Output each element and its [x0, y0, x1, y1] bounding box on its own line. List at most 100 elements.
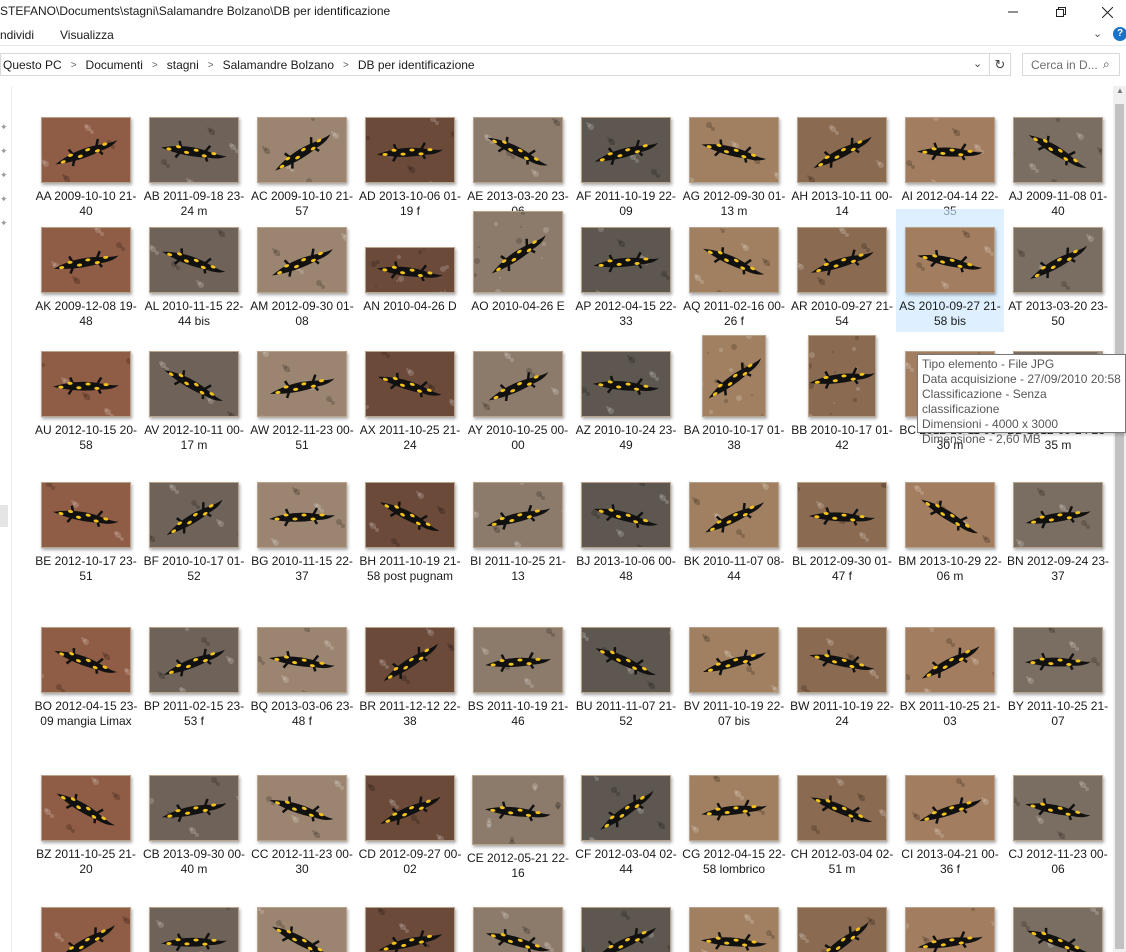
- file-item[interactable]: BR 2011-12-12 22-38: [356, 627, 464, 729]
- file-item[interactable]: BH 2011-10-19 21-58 post pugnam: [356, 482, 464, 584]
- breadcrumb-item[interactable]: Questo PC: [3, 58, 62, 72]
- file-item[interactable]: AU 2012-10-15 20-58: [32, 351, 140, 453]
- close-button[interactable]: [1084, 0, 1126, 24]
- file-item[interactable]: CH 2012-03-04 02-51 m: [788, 775, 896, 877]
- scroll-up-icon[interactable]: ▲: [1116, 86, 1124, 95]
- file-item[interactable]: AE 2013-03-20 23-06: [464, 117, 572, 219]
- file-item[interactable]: AC 2009-10-10 21-57: [248, 117, 356, 219]
- file-item[interactable]: BN 2012-09-24 23-37: [1004, 482, 1112, 584]
- ribbon-expand-button[interactable]: ⌄: [1093, 27, 1102, 40]
- file-item[interactable]: AQ 2011-02-16 00-26 f: [680, 227, 788, 329]
- address-bar[interactable]: Questo PC > Documenti > stagni > Salaman…: [0, 53, 990, 76]
- breadcrumb-item[interactable]: stagni: [167, 58, 199, 72]
- help-icon[interactable]: ?: [1113, 27, 1126, 41]
- search-input[interactable]: Cerca in D... ⌕: [1022, 53, 1120, 76]
- file-item[interactable]: BI 2011-10-25 21-13: [464, 482, 572, 584]
- breadcrumb-item[interactable]: Documenti: [86, 58, 143, 72]
- file-item[interactable]: AS 2010-09-27 21-58 bis: [896, 209, 1004, 332]
- file-item[interactable]: AP 2012-04-15 22-33: [572, 227, 680, 329]
- file-item[interactable]: AT 2013-03-20 23-50: [1004, 227, 1112, 329]
- file-item[interactable]: [896, 907, 1004, 952]
- file-item[interactable]: AF 2011-10-19 22-09: [572, 117, 680, 219]
- file-item[interactable]: AD 2013-10-06 01-19 f: [356, 117, 464, 219]
- file-item[interactable]: BE 2012-10-17 23-51: [32, 482, 140, 584]
- file-item[interactable]: BA 2010-10-17 01-38: [680, 335, 788, 453]
- file-thumbnail: [365, 907, 455, 952]
- breadcrumb-item[interactable]: Salamandre Bolzano: [223, 58, 334, 72]
- file-item[interactable]: BY 2011-10-25 21-07: [1004, 627, 1112, 729]
- file-item[interactable]: BU 2011-11-07 21-52: [572, 627, 680, 729]
- file-item[interactable]: AK 2009-12-08 19-48: [32, 227, 140, 329]
- file-item[interactable]: CI 2013-04-21 00-36 f: [896, 775, 1004, 877]
- file-item[interactable]: [140, 907, 248, 952]
- file-item[interactable]: BX 2011-10-25 21-03: [896, 627, 1004, 729]
- file-item[interactable]: BJ 2013-10-06 00-48: [572, 482, 680, 584]
- file-item[interactable]: AV 2012-10-11 00-17 m: [140, 351, 248, 453]
- file-item[interactable]: BL 2012-09-30 01-47 f: [788, 482, 896, 584]
- breadcrumb-item[interactable]: DB per identificazione: [358, 58, 475, 72]
- file-item[interactable]: BQ 2013-03-06 23-48 f: [248, 627, 356, 729]
- chevron-right-icon[interactable]: >: [343, 60, 349, 71]
- file-item[interactable]: [32, 907, 140, 952]
- tab-visualizza[interactable]: Visualizza: [60, 28, 114, 42]
- tab-condividi[interactable]: ndividi: [0, 28, 34, 42]
- file-item[interactable]: AG 2012-09-30 01-13 m: [680, 117, 788, 219]
- file-thumbnail: [1013, 907, 1103, 952]
- file-item[interactable]: CD 2012-09-27 00-02: [356, 775, 464, 877]
- vertical-scrollbar[interactable]: ▲: [1113, 86, 1126, 952]
- file-item[interactable]: AH 2013-10-11 00-14: [788, 117, 896, 219]
- nav-selected-item[interactable]: [0, 505, 8, 527]
- file-item[interactable]: AY 2010-10-25 00-00: [464, 351, 572, 453]
- file-name: AP 2012-04-15 22-33: [575, 299, 677, 328]
- file-item[interactable]: CJ 2012-11-23 00-06: [1004, 775, 1112, 877]
- file-item[interactable]: CB 2013-09-30 00-40 m: [140, 775, 248, 877]
- file-item[interactable]: AR 2010-09-27 21-54: [788, 227, 896, 329]
- file-thumbnail: [581, 351, 671, 417]
- file-item[interactable]: AL 2010-11-15 22-44 bis: [140, 227, 248, 329]
- file-item[interactable]: BS 2011-10-19 21-46: [464, 627, 572, 729]
- chevron-down-icon: ⌄: [1093, 28, 1103, 40]
- navigation-pane[interactable]: ✦ ✦ ✦ ✦ ✦: [0, 86, 12, 952]
- file-item[interactable]: BF 2010-10-17 01-52: [140, 482, 248, 584]
- file-item[interactable]: BO 2012-04-15 23-09 mangia Limax: [32, 627, 140, 729]
- file-item[interactable]: BZ 2011-10-25 21-20: [32, 775, 140, 877]
- file-item[interactable]: AN 2010-04-26 D: [356, 247, 464, 314]
- file-item[interactable]: BG 2010-11-15 22-37: [248, 482, 356, 584]
- file-item[interactable]: [356, 907, 464, 952]
- file-item[interactable]: [248, 907, 356, 952]
- file-item[interactable]: BM 2013-10-29 22-06 m: [896, 482, 1004, 584]
- file-item[interactable]: AA 2009-10-10 21-40: [32, 117, 140, 219]
- file-name: AC 2009-10-10 21-57: [250, 189, 354, 218]
- file-item[interactable]: BV 2011-10-19 22-07 bis: [680, 627, 788, 729]
- address-history-button[interactable]: ⌄: [973, 57, 982, 70]
- scrollbar-thumb[interactable]: [1115, 104, 1124, 949]
- file-item[interactable]: [572, 907, 680, 952]
- file-item[interactable]: CF 2012-03-04 02-44: [572, 775, 680, 877]
- file-item[interactable]: AW 2012-11-23 00-51: [248, 351, 356, 453]
- chevron-right-icon[interactable]: >: [208, 60, 214, 71]
- file-item[interactable]: [788, 907, 896, 952]
- file-item[interactable]: AM 2012-09-30 01-08: [248, 227, 356, 329]
- file-item[interactable]: [464, 907, 572, 952]
- file-item[interactable]: AX 2011-10-25 21-24: [356, 351, 464, 453]
- file-item[interactable]: AZ 2010-10-24 23-49: [572, 351, 680, 453]
- restore-button[interactable]: [1038, 0, 1084, 24]
- file-item[interactable]: AO 2010-04-26 E: [464, 211, 572, 314]
- file-item[interactable]: CE 2012-05-21 22-16: [464, 775, 572, 881]
- file-item[interactable]: BK 2010-11-07 08-44: [680, 482, 788, 584]
- file-item[interactable]: BW 2011-10-19 22-24: [788, 627, 896, 729]
- file-item[interactable]: AB 2011-09-18 23-24 m: [140, 117, 248, 219]
- file-item[interactable]: BB 2010-10-17 01-42: [788, 335, 896, 453]
- file-item[interactable]: BP 2011-02-15 23-53 f: [140, 627, 248, 729]
- chevron-right-icon[interactable]: >: [71, 60, 77, 71]
- minimize-button[interactable]: [990, 0, 1036, 24]
- chevron-right-icon[interactable]: >: [152, 60, 158, 71]
- file-item[interactable]: [680, 907, 788, 952]
- file-item[interactable]: AI 2012-04-14 22-35: [896, 117, 1004, 219]
- file-item[interactable]: AJ 2009-11-08 01-40: [1004, 117, 1112, 219]
- file-thumbnail: [257, 351, 347, 417]
- file-item[interactable]: CC 2012-11-23 00-30: [248, 775, 356, 877]
- refresh-button[interactable]: ↻: [989, 53, 1011, 76]
- file-item[interactable]: CG 2012-04-15 22-58 lombrico: [680, 775, 788, 877]
- file-item[interactable]: [1004, 907, 1112, 952]
